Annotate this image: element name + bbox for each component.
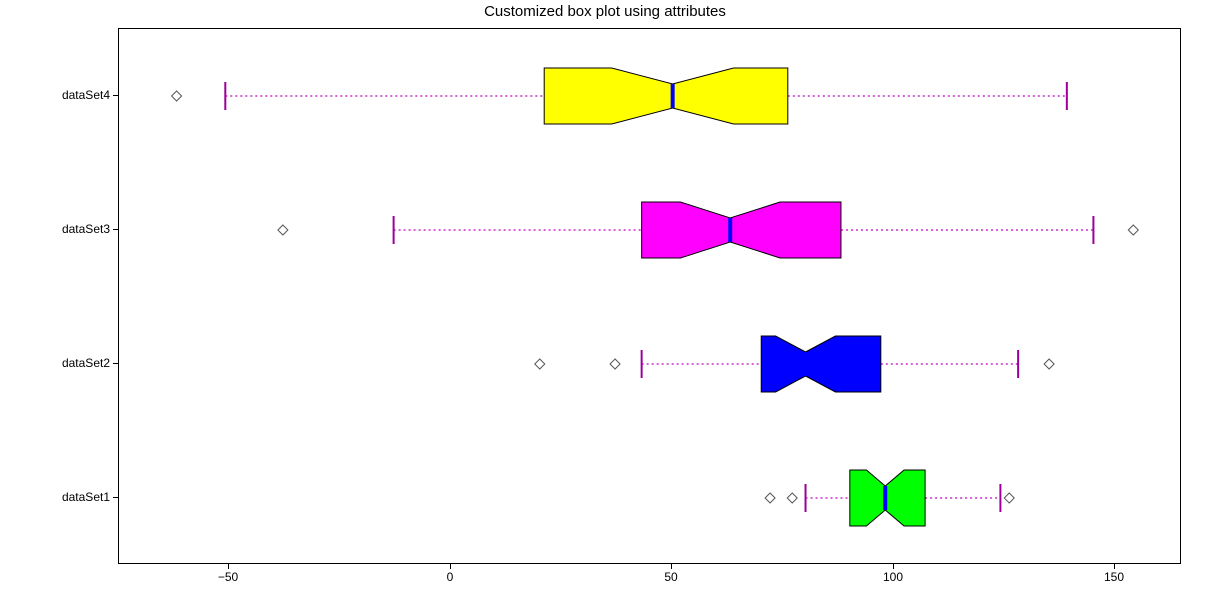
x-tick-mark	[228, 564, 229, 569]
y-tick-mark	[113, 497, 118, 498]
x-tick-mark	[1114, 564, 1115, 569]
y-tick-mark	[113, 363, 118, 364]
x-tick-label: −50	[218, 570, 238, 584]
box-dataSet2	[761, 336, 881, 392]
plot-svg	[119, 29, 1180, 563]
outlier-diamond-icon	[172, 91, 182, 101]
y-tick-label-2: dataSet2	[62, 356, 110, 370]
outlier-diamond-icon	[535, 359, 545, 369]
outlier-diamond-icon	[787, 493, 797, 503]
box-dataSet4	[544, 68, 788, 124]
outlier-diamond-icon	[765, 493, 775, 503]
outlier-diamond-icon	[1044, 359, 1054, 369]
x-tick-label: 0	[447, 570, 454, 584]
x-tick-mark	[671, 564, 672, 569]
y-tick-label-3: dataSet3	[62, 222, 110, 236]
x-tick-mark	[450, 564, 451, 569]
y-tick-mark	[113, 95, 118, 96]
x-tick-label: 100	[883, 570, 903, 584]
boxplot-chart: Customized box plot using attributes dat…	[0, 0, 1210, 609]
y-tick-label-4: dataSet4	[62, 88, 110, 102]
box-dataSet1	[850, 470, 925, 526]
outlier-diamond-icon	[1004, 493, 1014, 503]
outlier-diamond-icon	[278, 225, 288, 235]
y-tick-label-1: dataSet1	[62, 490, 110, 504]
x-tick-mark	[893, 564, 894, 569]
x-tick-label: 50	[664, 570, 677, 584]
plot-area	[118, 28, 1181, 564]
outlier-diamond-icon	[1128, 225, 1138, 235]
chart-title: Customized box plot using attributes	[0, 3, 1210, 20]
x-tick-label: 150	[1104, 570, 1124, 584]
y-tick-mark	[113, 229, 118, 230]
outlier-diamond-icon	[610, 359, 620, 369]
box-dataSet3	[642, 202, 841, 258]
